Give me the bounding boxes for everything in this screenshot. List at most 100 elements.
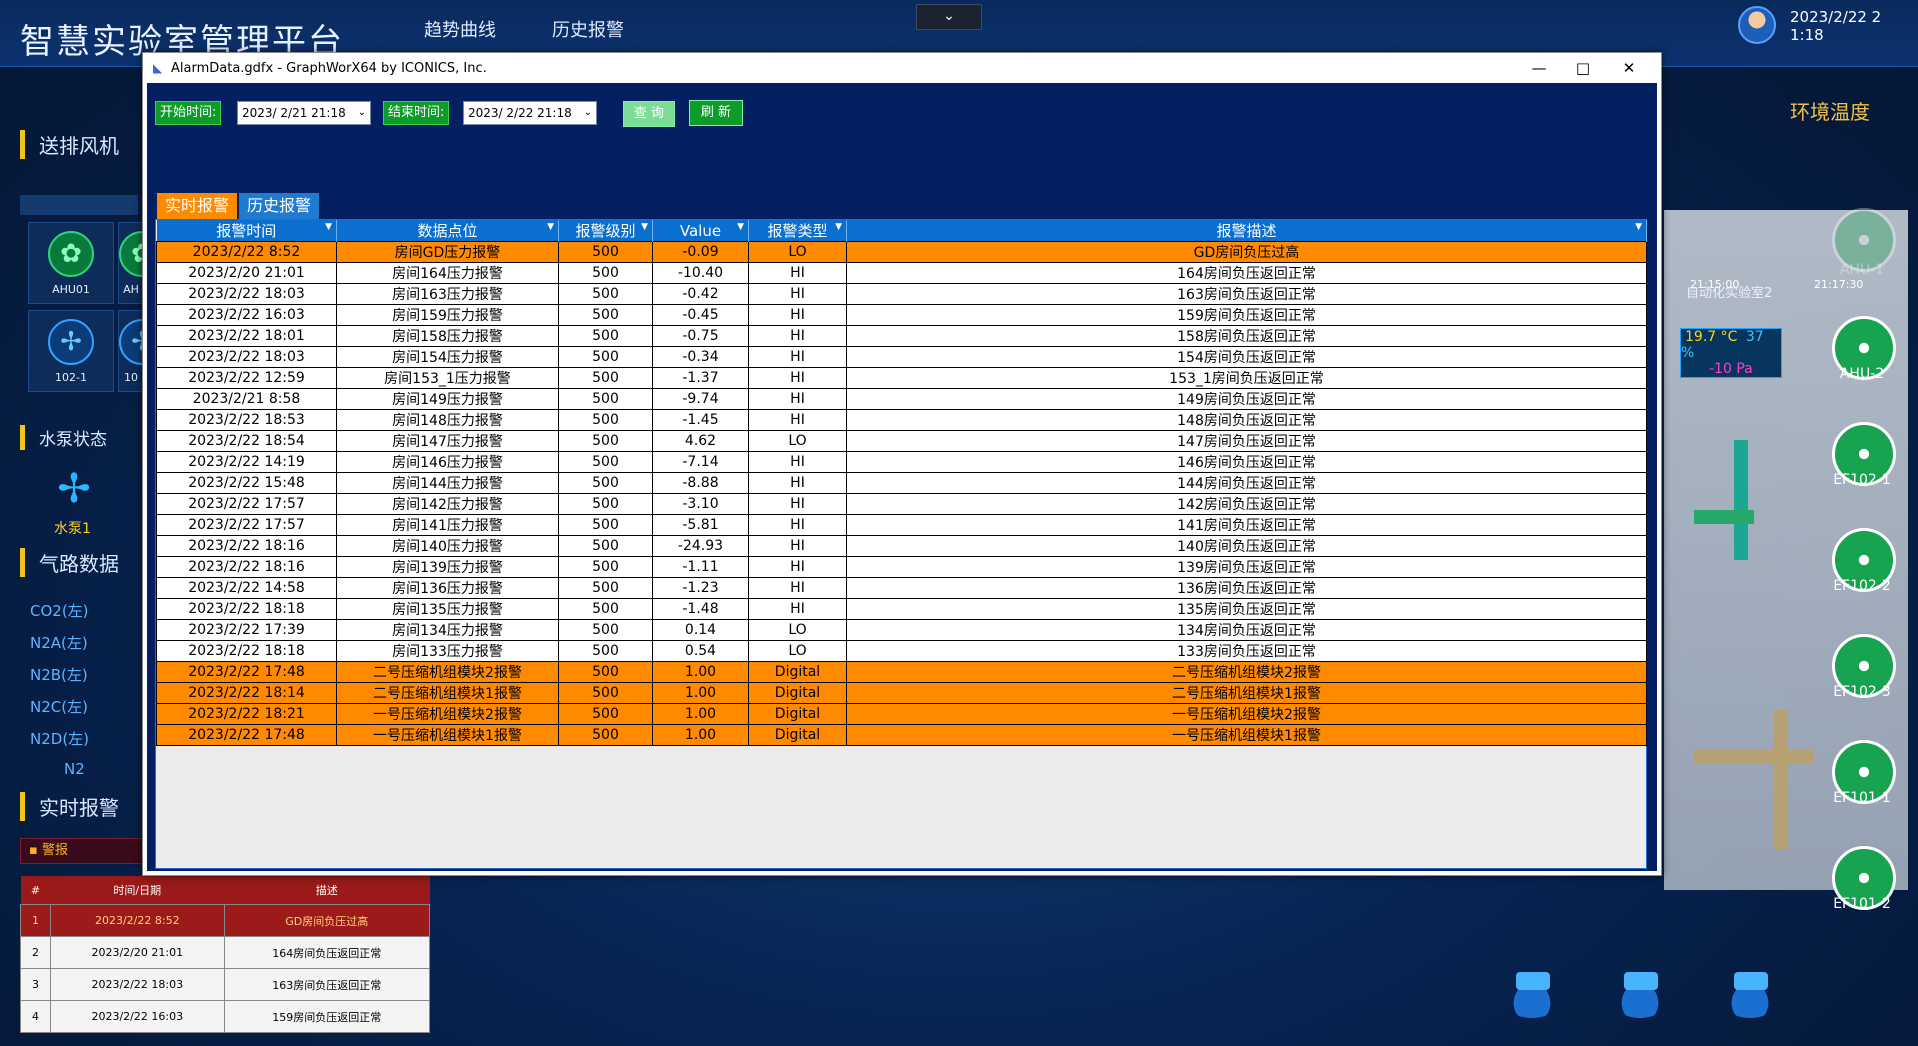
cell-level: 500: [558, 514, 653, 536]
cell-level: 500: [558, 241, 653, 263]
start-time-label: 开始时间:: [155, 101, 222, 125]
filter-icon[interactable]: ▼: [1635, 222, 1642, 232]
table-row[interactable]: 2023/2/22 17:57 房间141压力报警 500 -5.81 HI 141房间负…: [156, 514, 1647, 536]
mini-row[interactable]: 1 2023/2/22 8:52 GD房间负压过高: [20, 904, 431, 937]
nav-trend-curve[interactable]: 趋势曲线: [424, 16, 496, 42]
cell-value: -10.40: [652, 262, 749, 284]
close-icon[interactable]: ✕: [1607, 55, 1651, 81]
fan-tile-102-1[interactable]: ✢ 102-1: [28, 310, 114, 392]
minimize-icon[interactable]: —: [1517, 55, 1561, 81]
table-row[interactable]: 2023/2/22 17:39 房间134压力报警 500 0.14 LO 134房间负压…: [156, 619, 1647, 641]
cell-level: 500: [558, 703, 653, 725]
chevron-down-icon[interactable]: ⌄: [358, 102, 366, 124]
refresh-button[interactable]: 刷 新: [689, 100, 743, 126]
table-row[interactable]: 2023/2/22 17:48 一号压缩机组模块1报警 500 1.00 Digital…: [156, 724, 1647, 746]
table-row[interactable]: 2023/2/22 15:48 房间144压力报警 500 -8.88 HI 144房间负…: [156, 472, 1647, 494]
col-alarm-type[interactable]: 报警类型 ▼: [748, 220, 847, 242]
cell-time: 2023/2/22 18:53: [156, 409, 337, 431]
table-row[interactable]: 2023/2/22 18:03 房间154压力报警 500 -0.34 HI 154房间负…: [156, 346, 1647, 368]
table-row[interactable]: 2023/2/22 18:21 一号压缩机组模块2报警 500 1.00 Digital…: [156, 703, 1647, 725]
query-button[interactable]: 查 询: [623, 101, 675, 127]
cell-point: 房间133压力报警: [336, 640, 559, 662]
cell-value: -7.14: [652, 451, 749, 473]
filter-icon[interactable]: ▼: [737, 222, 744, 232]
cell-type: HI: [748, 577, 847, 599]
cell-point: 房间GD压力报警: [336, 241, 559, 263]
warning-label: 警报: [41, 843, 68, 858]
cell-desc: 154房间负压返回正常: [846, 346, 1647, 368]
cell-point: 房间135压力报警: [336, 598, 559, 620]
fan-tile-10[interactable]: ✢ 10: [118, 310, 144, 392]
gas-n2c-left: N2C(左): [30, 698, 88, 716]
cell-desc: 一号压缩机组模块1报警: [846, 724, 1647, 746]
cell-desc: 二号压缩机组模块2报警: [846, 661, 1647, 683]
col-label: Value: [679, 221, 722, 240]
tab-realtime-alarm[interactable]: 实时报警: [157, 193, 237, 219]
col-data-point[interactable]: 数据点位 ▼: [336, 220, 559, 242]
mini-row[interactable]: 3 2023/2/22 18:03 163房间负压返回正常: [20, 968, 431, 1001]
camera-icon[interactable]: [1500, 968, 1564, 1018]
camera-icon[interactable]: [1608, 968, 1672, 1018]
camera-icon[interactable]: [1718, 968, 1782, 1018]
table-row[interactable]: 2023/2/22 18:53 房间148压力报警 500 -1.45 HI 148房间负…: [156, 409, 1647, 431]
col-alarm-desc[interactable]: 报警描述 ▼: [846, 220, 1647, 242]
table-row[interactable]: 2023/2/22 17:48 二号压缩机组模块2报警 500 1.00 Digital…: [156, 661, 1647, 683]
table-row[interactable]: 2023/2/22 18:01 房间158压力报警 500 -0.75 HI 158房间负…: [156, 325, 1647, 347]
sensor-readout[interactable]: 19.7 °C 37 % -10 Pa: [1680, 328, 1782, 378]
fan-tile-ahu01[interactable]: ✿ AHU01: [28, 222, 114, 304]
filter-icon[interactable]: ▼: [547, 222, 554, 232]
table-row[interactable]: 2023/2/22 12:59 房间153_1压力报警 500 -1.37 HI 153_…: [156, 367, 1647, 389]
filter-icon[interactable]: ▼: [641, 222, 648, 232]
fan-icon: ✿: [119, 231, 143, 277]
table-row[interactable]: 2023/2/22 18:18 房间135压力报警 500 -1.48 HI 135房间负…: [156, 598, 1647, 620]
table-row[interactable]: 2023/2/21 8:58 房间149压力报警 500 -9.74 HI 149房间负压…: [156, 388, 1647, 410]
table-row[interactable]: 2023/2/22 17:57 房间142压力报警 500 -3.10 HI 142房间负…: [156, 493, 1647, 515]
chevron-down-icon[interactable]: ⌄: [916, 4, 982, 30]
table-row[interactable]: 2023/2/22 18:54 房间147压力报警 500 4.62 LO 147房间负压…: [156, 430, 1647, 452]
table-row[interactable]: 2023/2/20 21:01 房间164压力报警 500 -10.40 HI 164房间…: [156, 262, 1647, 284]
table-row[interactable]: 2023/2/22 8:52 房间GD压力报警 500 -0.09 LO GD房间负压过高: [156, 241, 1647, 263]
cell-desc: 二号压缩机组模块1报警: [846, 682, 1647, 704]
maximize-icon[interactable]: □: [1561, 55, 1605, 81]
mini-row[interactable]: 2 2023/2/20 21:01 164房间负压返回正常: [20, 936, 431, 969]
avatar[interactable]: [1738, 6, 1776, 44]
window-titlebar[interactable]: ◣ AlarmData.gdfx - GraphWorX64 by ICONIC…: [143, 53, 1661, 83]
table-row[interactable]: 2023/2/22 18:14 二号压缩机组模块1报警 500 1.00 Digital…: [156, 682, 1647, 704]
table-row[interactable]: 2023/2/22 18:18 房间133压力报警 500 0.54 LO 133房间负压…: [156, 640, 1647, 662]
col-value[interactable]: Value ▼: [652, 220, 749, 242]
filter-icon[interactable]: ▼: [835, 222, 842, 232]
pipe: [1774, 710, 1788, 850]
table-row[interactable]: 2023/2/22 16:03 房间159压力报警 500 -0.45 HI 159房间负…: [156, 304, 1647, 326]
table-row[interactable]: 2023/2/22 14:19 房间146压力报警 500 -7.14 HI 146房间负…: [156, 451, 1647, 473]
cell-point: 房间141压力报警: [336, 514, 559, 536]
end-time-picker[interactable]: 2023/ 2/22 21:18 ⌄: [463, 101, 597, 125]
cell-time: 2023/2/20 21:01: [156, 262, 337, 284]
cell-type: HI: [748, 346, 847, 368]
cell-type: HI: [748, 472, 847, 494]
cell-point: 房间147压力报警: [336, 430, 559, 452]
col-alarm-level[interactable]: 报警级别 ▼: [558, 220, 653, 242]
table-row[interactable]: 2023/2/22 14:58 房间136压力报警 500 -1.23 HI 136房间负…: [156, 577, 1647, 599]
cell-desc: 139房间负压返回正常: [846, 556, 1647, 578]
mini-row[interactable]: 4 2023/2/22 16:03 159房间负压返回正常: [20, 1000, 431, 1033]
fan-tile-ah[interactable]: ✿ AH: [118, 222, 144, 304]
warning-badge[interactable]: ▪ 警报: [20, 838, 150, 864]
cell-level: 500: [558, 535, 653, 557]
cell-type: HI: [748, 514, 847, 536]
tab-history-alarm[interactable]: 历史报警: [239, 193, 319, 219]
filter-icon[interactable]: ▼: [325, 222, 332, 232]
start-time-picker[interactable]: 2023/ 2/21 21:18 ⌄: [237, 101, 371, 125]
fan-label-ahu-1: AHU-1: [1839, 262, 1885, 278]
table-row[interactable]: 2023/2/22 18:16 房间139压力报警 500 -1.11 HI 139房间负…: [156, 556, 1647, 578]
pump-icon[interactable]: ✢: [44, 466, 104, 514]
cell-level: 500: [558, 388, 653, 410]
nav-history-alarm[interactable]: 历史报警: [552, 16, 624, 42]
chevron-down-icon[interactable]: ⌄: [584, 102, 592, 124]
end-time-label: 结束时间:: [383, 101, 450, 125]
col-alarm-time[interactable]: 报警时间 ▼: [156, 220, 337, 242]
table-row[interactable]: 2023/2/22 18:03 房间163压力报警 500 -0.42 HI 163房间负…: [156, 283, 1647, 305]
cell-level: 500: [558, 262, 653, 284]
table-row[interactable]: 2023/2/22 18:16 房间140压力报警 500 -24.93 HI 140房间…: [156, 535, 1647, 557]
col-label: 报警类型: [767, 222, 828, 240]
cell-desc: 148房间负压返回正常: [846, 409, 1647, 431]
